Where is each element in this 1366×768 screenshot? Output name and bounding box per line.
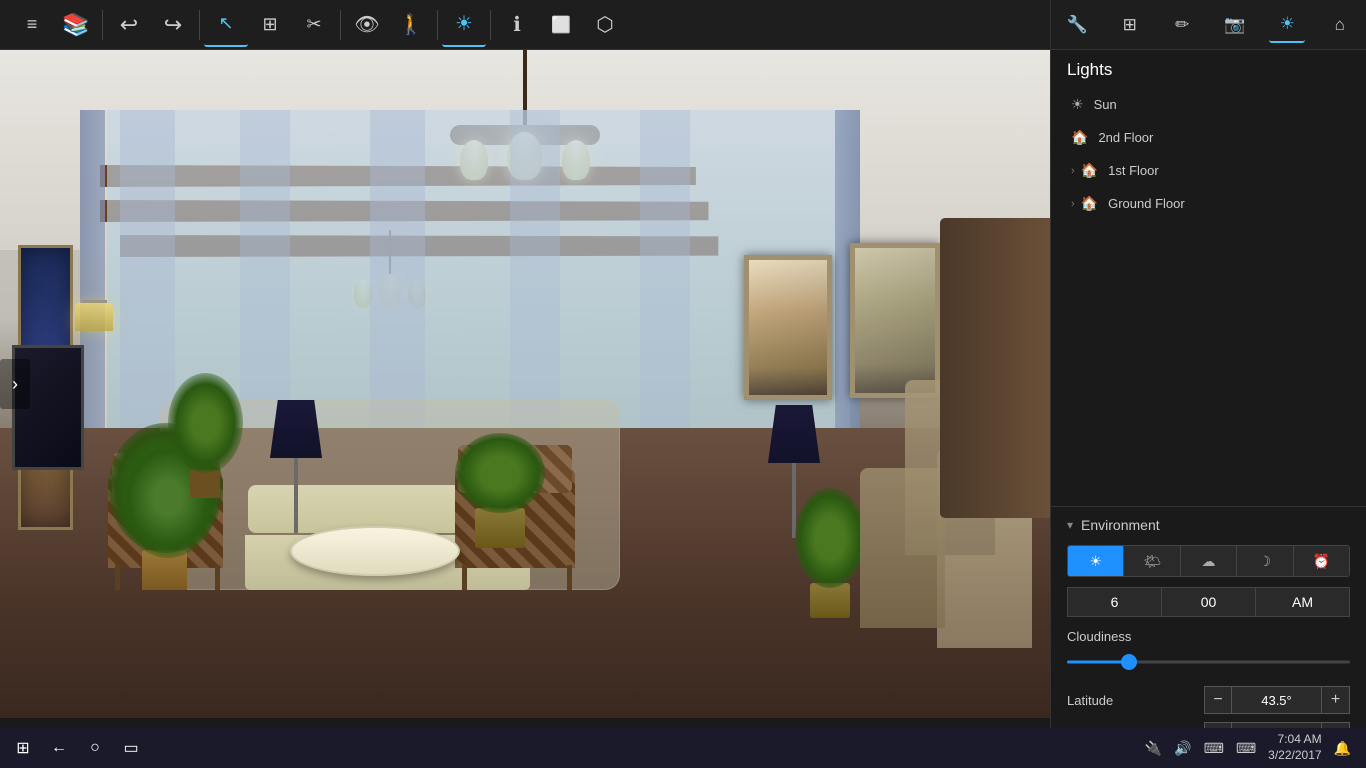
1st-floor-light-icon: 🏠 xyxy=(1081,162,1098,179)
painting-2 xyxy=(850,243,940,398)
environment-header[interactable]: ▾ Environment xyxy=(1067,517,1350,533)
time-btn-clock[interactable]: ⏰ xyxy=(1294,546,1349,576)
nav-arrow-left[interactable]: › xyxy=(0,359,30,409)
cloudiness-slider[interactable] xyxy=(1067,652,1350,672)
undo-button[interactable]: ↩ xyxy=(107,3,151,47)
ground-floor-light-label: Ground Floor xyxy=(1108,196,1185,211)
panel-toolbar: 🔧 ⊞ ✏ 📷 ☀ ⌂ xyxy=(1051,0,1366,50)
sun-light-icon: ☀ xyxy=(1071,96,1084,113)
2nd-floor-light-icon: 🏠 xyxy=(1071,129,1088,146)
toolbar-separator-1 xyxy=(102,10,103,40)
floor-lamp-left xyxy=(270,400,322,533)
sun-button[interactable]: ☀ xyxy=(442,3,486,47)
panel-objects-button[interactable]: 🔧 xyxy=(1059,7,1095,43)
latitude-label: Latitude xyxy=(1067,693,1204,708)
lights-section: Lights ☀ Sun 🏠 2nd Floor › 🏠 1st Floor ›… xyxy=(1051,50,1366,230)
back-button[interactable]: ← xyxy=(41,730,77,766)
right-panel: 🔧 ⊞ ✏ 📷 ☀ ⌂ Lights ☀ Sun 🏠 2nd Floor › 🏠… xyxy=(1050,0,1366,768)
lights-1st-floor-item[interactable]: › 🏠 1st Floor xyxy=(1067,154,1350,187)
transform-button[interactable]: ✂ xyxy=(292,3,336,47)
cloudiness-fill xyxy=(1067,661,1129,664)
main-3d-view: › xyxy=(0,50,1050,718)
1st-floor-light-label: 1st Floor xyxy=(1108,163,1159,178)
latitude-value[interactable]: 43.5° xyxy=(1232,686,1322,714)
view-button[interactable]: 👁 xyxy=(345,3,389,47)
time-inputs: 6 00 AM xyxy=(1067,587,1350,617)
time-btn-night[interactable]: ☽ xyxy=(1237,546,1293,576)
time-btn-cloudy[interactable]: ☁ xyxy=(1181,546,1237,576)
2nd-floor-light-label: 2nd Floor xyxy=(1098,130,1153,145)
panel-camera-button[interactable]: 📷 xyxy=(1217,7,1253,43)
ground-floor-expand-icon: › xyxy=(1071,198,1075,210)
lights-title: Lights xyxy=(1067,60,1350,80)
painting-1 xyxy=(744,255,832,400)
start-button[interactable]: ⊞ xyxy=(5,730,41,766)
windows-taskbar: ⊞ ← ○ ▭ 🔌 🔊 ⌨ ⌨ 7:04 AM 3/22/2017 🔔 xyxy=(0,728,1366,768)
notification-icon[interactable]: 🔔 xyxy=(1334,740,1351,757)
screenshot-button[interactable]: ⬜ xyxy=(539,3,583,47)
lights-ground-floor-item[interactable]: › 🏠 Ground Floor xyxy=(1067,187,1350,220)
lights-sun-item[interactable]: ☀ Sun xyxy=(1067,88,1350,121)
ground-floor-light-icon: 🏠 xyxy=(1081,195,1098,212)
arrange-button[interactable]: ⊞ xyxy=(248,3,292,47)
panel-room-button[interactable]: ⊞ xyxy=(1112,7,1148,43)
wall-lamp xyxy=(82,300,113,331)
redo-button[interactable]: ↪ xyxy=(151,3,195,47)
info-button[interactable]: ℹ xyxy=(495,3,539,47)
time-minute-input[interactable]: 00 xyxy=(1162,587,1256,617)
select-button[interactable]: ↖ xyxy=(204,3,248,47)
lights-spacer xyxy=(1051,230,1366,506)
time-period-input[interactable]: AM xyxy=(1256,587,1350,617)
taskbar-clock: 7:04 AM 3/22/2017 xyxy=(1268,732,1321,763)
env-collapse-icon: ▾ xyxy=(1067,518,1073,532)
sun-light-label: Sun xyxy=(1094,97,1117,112)
time-display: 7:04 AM xyxy=(1268,732,1321,748)
dining-chair-3 xyxy=(860,468,945,628)
volume-icon[interactable]: 🔊 xyxy=(1174,740,1191,757)
keyboard-icon: ⌨ xyxy=(1204,740,1224,757)
toolbar-separator-2 xyxy=(199,10,200,40)
1st-floor-expand-icon: › xyxy=(1071,165,1075,177)
taskbar-right: 🔌 🔊 ⌨ ⌨ 7:04 AM 3/22/2017 🔔 xyxy=(1145,732,1361,763)
time-btn-light-clouds[interactable]: 🌤 xyxy=(1124,546,1180,576)
toolbar-separator-4 xyxy=(437,10,438,40)
ime-icon: ⌨ xyxy=(1236,740,1256,757)
menu-button[interactable]: ≡ xyxy=(10,3,54,47)
latitude-minus-button[interactable]: − xyxy=(1204,686,1232,714)
toolbar-separator-3 xyxy=(340,10,341,40)
cloudiness-track xyxy=(1067,661,1350,664)
date-display: 3/22/2017 xyxy=(1268,748,1321,764)
cloudiness-thumb[interactable] xyxy=(1121,654,1137,670)
walk-button[interactable]: 🚶 xyxy=(389,3,433,47)
panel-paint-button[interactable]: ✏ xyxy=(1164,7,1200,43)
circle-button[interactable]: ○ xyxy=(77,730,113,766)
taskview-button[interactable]: ▭ xyxy=(113,730,149,766)
environment-title: Environment xyxy=(1081,517,1160,533)
3d-view-button[interactable]: ⬡ xyxy=(583,3,627,47)
usb-icon: 🔌 xyxy=(1145,740,1162,757)
latitude-row: Latitude − 43.5° + xyxy=(1067,686,1350,714)
toolbar-separator-5 xyxy=(490,10,491,40)
time-of-day-buttons: ☀ 🌤 ☁ ☽ ⏰ xyxy=(1067,545,1350,577)
panel-lighting-button[interactable]: ☀ xyxy=(1269,7,1305,43)
time-btn-clear[interactable]: ☀ xyxy=(1068,546,1124,576)
library-button[interactable]: 📚 xyxy=(54,3,98,47)
coffee-table xyxy=(290,526,460,576)
lights-2nd-floor-item[interactable]: 🏠 2nd Floor xyxy=(1067,121,1350,154)
time-hour-input[interactable]: 6 xyxy=(1067,587,1162,617)
panel-house-button[interactable]: ⌂ xyxy=(1322,7,1358,43)
top-toolbar: ≡ 📚 ↩ ↪ ↖ ⊞ ✂ 👁 🚶 ☀ ℹ ⬜ ⬡ xyxy=(0,0,1050,50)
latitude-plus-button[interactable]: + xyxy=(1322,686,1350,714)
cloudiness-label: Cloudiness xyxy=(1067,629,1350,644)
dining-table-edge xyxy=(940,218,1050,518)
